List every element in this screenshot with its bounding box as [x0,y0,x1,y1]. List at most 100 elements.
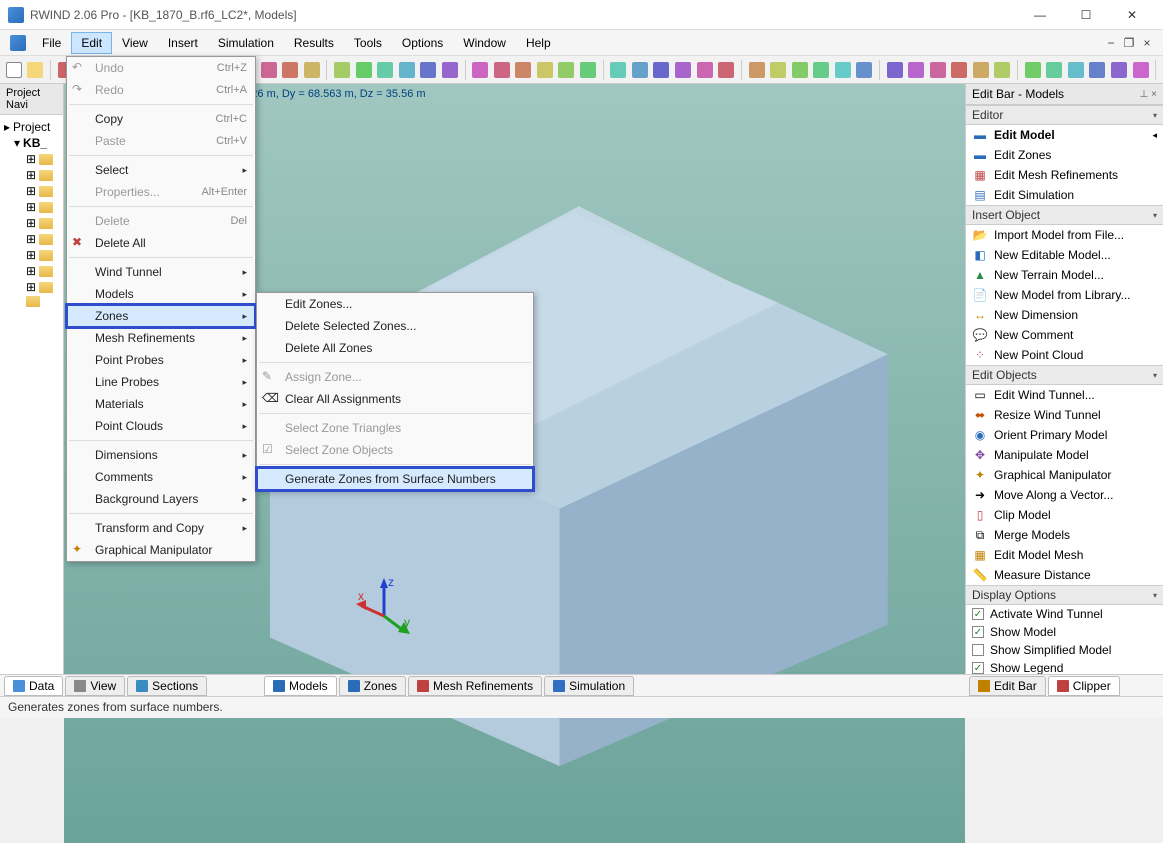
toolbar-button-44[interactable] [1066,59,1086,81]
toolbar-button-34[interactable] [833,59,853,81]
zones-select-objects[interactable]: ☑Select Zone Objects [257,439,533,461]
menu-comments[interactable]: Comments▸ [67,466,255,488]
new-pointcloud-item[interactable]: ⁘New Point Cloud [966,345,1163,365]
pin-icon[interactable]: ⊥ × [1140,89,1157,100]
menu-delete-all[interactable]: ✖Delete All [67,232,255,254]
section-insert[interactable]: Insert Object▾ [966,205,1163,225]
mdi-restore-icon[interactable]: ❐ [1121,35,1137,51]
tab-models[interactable]: Models [264,676,337,696]
show-model-item[interactable]: ✓Show Model [966,623,1163,641]
tree-folder-1[interactable]: ⊞ [4,167,59,183]
new-editable-item[interactable]: ◧New Editable Model... [966,245,1163,265]
zones-clear-all[interactable]: ⌫Clear All Assignments [257,388,533,410]
toolbar-button-42[interactable] [1023,59,1043,81]
tree-folder-9[interactable] [4,295,59,308]
tree-folder-4[interactable]: ⊞ [4,215,59,231]
zones-edit[interactable]: Edit Zones... [257,293,533,315]
tree-root[interactable]: ▸ Project [4,119,59,135]
menu-help[interactable]: Help [516,32,561,54]
move-vector-item[interactable]: ➜Move Along a Vector... [966,485,1163,505]
toolbar-button-27[interactable] [673,59,693,81]
show-simplified-item[interactable]: Show Simplified Model [966,641,1163,659]
measure-item[interactable]: 📏Measure Distance [966,565,1163,585]
new-comment-item[interactable]: 💬New Comment [966,325,1163,345]
toolbar-button-33[interactable] [811,59,831,81]
toolbar-button-13[interactable] [354,59,374,81]
menu-transform-copy[interactable]: Transform and Copy▸ [67,517,255,539]
zones-delete-all[interactable]: Delete All Zones [257,337,533,359]
menu-zones[interactable]: Zones▸ [67,305,255,327]
section-display[interactable]: Display Options▾ [966,585,1163,605]
tree-folder-7[interactable]: ⊞ [4,263,59,279]
menu-point-probes[interactable]: Point Probes▸ [67,349,255,371]
edit-mesh-item[interactable]: ▦Edit Mesh Refinements [966,165,1163,185]
axis-gizmo[interactable]: z x y [354,576,414,636]
toolbar-button-12[interactable] [332,59,352,81]
merge-models-item[interactable]: ⧉Merge Models [966,525,1163,545]
minimize-button[interactable]: — [1017,0,1063,30]
close-button[interactable]: ✕ [1109,0,1155,30]
menu-insert[interactable]: Insert [158,32,208,54]
menu-materials[interactable]: Materials▸ [67,393,255,415]
toolbar-button-37[interactable] [906,59,926,81]
menu-options[interactable]: Options [392,32,453,54]
menu-delete[interactable]: DeleteDel [67,210,255,232]
menu-window[interactable]: Window [453,32,516,54]
menu-paste[interactable]: PasteCtrl+V [67,130,255,152]
menu-view[interactable]: View [112,32,158,54]
menu-file[interactable]: File [32,32,71,54]
toolbar-button-47[interactable] [1131,59,1151,81]
edit-model-item[interactable]: ▬Edit Model◂ [966,125,1163,145]
tree-folder-2[interactable]: ⊞ [4,183,59,199]
zones-select-triangles[interactable]: Select Zone Triangles [257,417,533,439]
toolbar-button-43[interactable] [1045,59,1065,81]
section-editor[interactable]: Editor▾ [966,105,1163,125]
toolbar-button-46[interactable] [1109,59,1129,81]
toolbar-button-24[interactable] [609,59,629,81]
toolbar-button-25[interactable] [630,59,650,81]
menu-wind-tunnel[interactable]: Wind Tunnel▸ [67,261,255,283]
maximize-button[interactable]: ☐ [1063,0,1109,30]
tab-sections[interactable]: Sections [127,676,207,696]
new-terrain-item[interactable]: ▲New Terrain Model... [966,265,1163,285]
menu-results[interactable]: Results [284,32,344,54]
tab-view[interactable]: View [65,676,125,696]
mdi-close-icon[interactable]: × [1139,35,1155,51]
menu-mesh-refinements[interactable]: Mesh Refinements▸ [67,327,255,349]
toolbar-button-10[interactable] [280,59,300,81]
toolbar-button-36[interactable] [885,59,905,81]
toolbar-button-40[interactable] [971,59,991,81]
menu-undo[interactable]: ↶UndoCtrl+Z [67,57,255,79]
edit-model-mesh-item[interactable]: ▦Edit Model Mesh [966,545,1163,565]
tool-new[interactable] [4,59,24,81]
tab-simulation[interactable]: Simulation [544,676,634,696]
menu-redo[interactable]: ↷RedoCtrl+A [67,79,255,101]
toolbar-button-35[interactable] [854,59,874,81]
toolbar-button-18[interactable] [470,59,490,81]
tree-folder-6[interactable]: ⊞ [4,247,59,263]
toolbar-button-31[interactable] [768,59,788,81]
orient-primary-item[interactable]: ◉Orient Primary Model [966,425,1163,445]
toolbar-button-22[interactable] [557,59,577,81]
toolbar-button-41[interactable] [993,59,1013,81]
menu-line-probes[interactable]: Line Probes▸ [67,371,255,393]
menu-simulation[interactable]: Simulation [208,32,284,54]
zones-assign[interactable]: ✎Assign Zone... [257,366,533,388]
toolbar-button-14[interactable] [375,59,395,81]
tab-data[interactable]: Data [4,676,63,696]
toolbar-button-23[interactable] [578,59,598,81]
edit-zones-item[interactable]: ▬Edit Zones [966,145,1163,165]
toolbar-button-38[interactable] [928,59,948,81]
toolbar-button-19[interactable] [492,59,512,81]
toolbar-button-32[interactable] [790,59,810,81]
toolbar-button-30[interactable] [747,59,767,81]
toolbar-button-39[interactable] [950,59,970,81]
menu-background-layers[interactable]: Background Layers▸ [67,488,255,510]
toolbar-button-20[interactable] [514,59,534,81]
toolbar-button-45[interactable] [1088,59,1108,81]
menu-point-clouds[interactable]: Point Clouds▸ [67,415,255,437]
app-menu-icon[interactable] [10,35,26,51]
zones-delete-selected[interactable]: Delete Selected Zones... [257,315,533,337]
tree-model[interactable]: ▾ KB_ [4,135,59,151]
activate-wt-item[interactable]: ✓Activate Wind Tunnel [966,605,1163,623]
